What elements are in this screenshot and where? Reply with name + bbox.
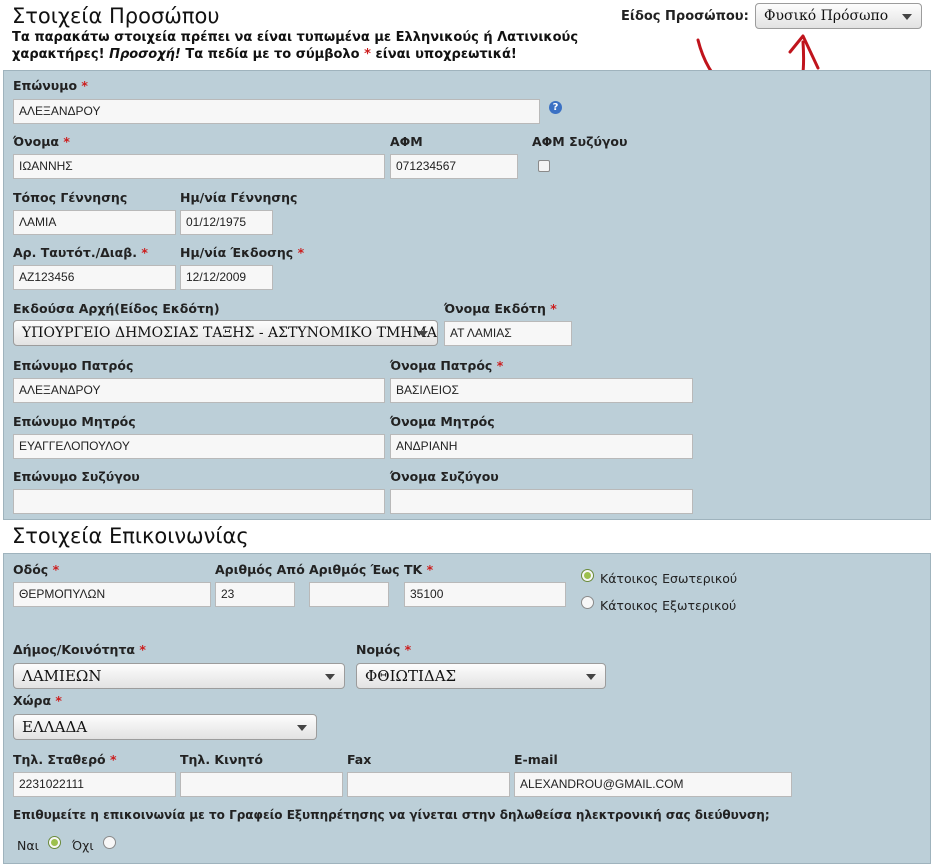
residence-abroad-label: Κάτοικος Εξωτερικού <box>600 598 737 613</box>
chevron-down-icon <box>418 331 428 337</box>
consent-yes-label: Ναι <box>17 838 39 853</box>
municipality-label: Δήμος/Κοινότητα * <box>13 642 146 657</box>
afm-spouse-label: ΑΦΜ Συζύγου <box>532 134 628 149</box>
street-label: Οδός * <box>13 562 60 577</box>
phone-input[interactable]: 2231022111 <box>13 772 176 797</box>
personal-instructions: Τα παρακάτω στοιχεία πρέπει να είναι τυπ… <box>12 29 612 63</box>
phone-label: Τηλ. Σταθερό * <box>13 752 117 767</box>
residence-domestic-radio[interactable] <box>581 569 594 582</box>
surname-input[interactable]: ΑΛΕΞΑΝΔΡΟΥ <box>13 99 540 124</box>
mobile-input[interactable] <box>180 772 343 797</box>
number-to-input[interactable] <box>309 582 389 607</box>
consent-no-radio[interactable] <box>103 836 116 849</box>
consent-yes-radio[interactable] <box>48 836 61 849</box>
mother-surname-label: Επώνυμο Μητρός <box>13 414 136 429</box>
country-label: Χώρα * <box>13 693 62 708</box>
country-select[interactable]: ΕΛΛΑΔΑ <box>13 714 317 740</box>
name-label: Όνομα * <box>13 134 70 149</box>
father-name-label: Όνομα Πατρός * <box>390 358 504 373</box>
number-to-label: Αριθμός Έως <box>309 562 400 577</box>
father-surname-label: Επώνυμο Πατρός <box>13 358 134 373</box>
id-number-input[interactable]: ΑΖ123456 <box>13 265 176 290</box>
mother-name-label: Όνομα Μητρός <box>390 414 495 429</box>
residence-abroad-radio[interactable] <box>581 596 594 609</box>
person-type-select[interactable]: Φυσικό Πρόσωπο <box>755 3 922 29</box>
birth-date-input[interactable]: 01/12/1975 <box>180 210 273 235</box>
person-type-label: Είδος Προσώπου: <box>621 9 749 24</box>
issuing-authority-select[interactable]: ΥΠΟΥΡΓΕΙΟ ΔΗΜΟΣΙΑΣ ΤΑΞΗΣ - ΑΣΤΥΝΟΜΙΚΟ ΤΜ… <box>13 320 438 346</box>
birth-date-label: Ημ/νία Γέννησης <box>180 190 298 205</box>
fax-label: Fax <box>347 752 372 767</box>
spouse-name-input[interactable] <box>390 489 693 514</box>
postal-code-label: ΤΚ * <box>404 562 434 577</box>
personal-section-title: Στοιχεία Προσώπου <box>12 4 220 28</box>
prefecture-label: Νομός * <box>356 642 412 657</box>
instructions-line-1: Τα παρακάτω στοιχεία πρέπει να είναι τυπ… <box>12 30 579 45</box>
issue-date-label: Ημ/νία Έκδοσης * <box>180 245 305 260</box>
chevron-down-icon <box>586 674 596 680</box>
birth-place-label: Τόπος Γέννησης <box>13 190 128 205</box>
street-input[interactable]: ΘΕΡΜΟΠΥΛΩΝ <box>13 582 211 607</box>
spouse-surname-input[interactable] <box>13 489 385 514</box>
mother-name-input[interactable]: ΑΝΔΡΙΑΝΗ <box>390 434 693 459</box>
number-from-input[interactable]: 23 <box>215 582 295 607</box>
mobile-label: Τηλ. Κινητό <box>180 752 263 767</box>
father-surname-input[interactable]: ΑΛΕΞΑΝΔΡΟΥ <box>13 378 385 403</box>
consent-no-label: Όχι <box>72 838 94 853</box>
name-input[interactable]: ΙΩΑΝΝΗΣ <box>13 154 385 179</box>
number-from-label: Αριθμός Από <box>215 562 305 577</box>
municipality-select[interactable]: ΛΑΜΙΕΩΝ <box>13 663 345 689</box>
postal-code-input[interactable]: 35100 <box>404 582 566 607</box>
email-input[interactable]: ALEXANDROU@GMAIL.COM <box>514 772 792 797</box>
help-icon[interactable]: ? <box>549 101 562 114</box>
chevron-down-icon <box>325 674 335 680</box>
birth-place-input[interactable]: ΛΑΜΙΑ <box>13 210 176 235</box>
mother-surname-input[interactable]: ΕΥΑΓΓΕΛΟΠΟΥΛΟΥ <box>13 434 385 459</box>
issuer-name-input[interactable]: ΑΤ ΛΑΜΙΑΣ <box>444 321 572 346</box>
spouse-surname-label: Επώνυμο Συζύγου <box>13 469 140 484</box>
instructions-line-2: χαρακτήρες! Προσοχή! Τα πεδία με το σύμβ… <box>12 47 517 62</box>
issuer-name-label: Όνομα Εκδότη * <box>444 301 557 316</box>
email-label: E-mail <box>514 752 558 767</box>
prefecture-select[interactable]: ΦΘΙΩΤΙΔΑΣ <box>356 663 606 689</box>
fax-input[interactable] <box>347 772 510 797</box>
residence-domestic-label: Κάτοικος Εσωτερικού <box>600 571 738 586</box>
contact-section-title: Στοιχεία Επικοινωνίας <box>12 524 249 548</box>
afm-input[interactable]: 071234567 <box>390 154 518 179</box>
surname-label: Επώνυμο * <box>13 78 88 93</box>
father-name-input[interactable]: ΒΑΣΙΛΕΙΟΣ <box>390 378 693 403</box>
chevron-down-icon <box>297 725 307 731</box>
id-number-label: Αρ. Ταυτότ./Διαβ. * <box>13 245 148 260</box>
afm-label: ΑΦΜ <box>390 134 423 149</box>
afm-spouse-checkbox[interactable] <box>538 160 550 172</box>
issuing-authority-label: Εκδούσα Αρχή(Είδος Εκδότη) <box>13 301 220 316</box>
issue-date-input[interactable]: 12/12/2009 <box>180 265 273 290</box>
email-consent-question: Επιθυμείτε η επικοινωνία με το Γραφείο Ε… <box>13 808 770 822</box>
chevron-down-icon <box>902 14 912 20</box>
spouse-name-label: Όνομα Συζύγου <box>390 469 499 484</box>
